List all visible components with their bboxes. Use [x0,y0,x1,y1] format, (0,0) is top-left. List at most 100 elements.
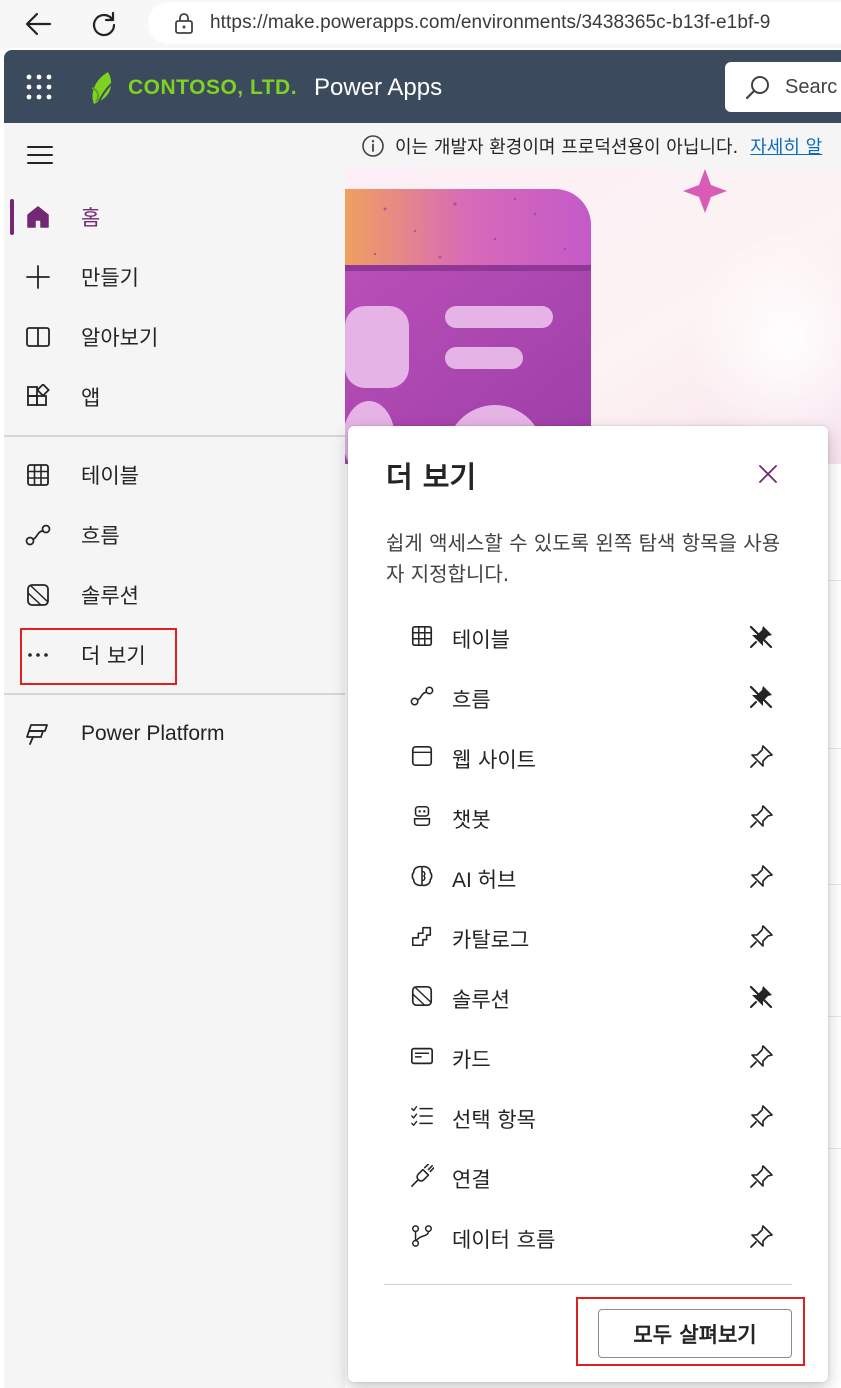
sidebar-item-learn[interactable]: 알아보기 [4,311,345,363]
pin-filled-icon [749,985,773,1009]
plus-icon [24,263,52,291]
learn-more-link[interactable]: 자세히 알 [750,133,822,159]
unpin-button[interactable] [746,682,776,712]
choices-icon [408,1102,436,1130]
pin-icon [750,745,773,768]
sidebar-item-label: 테이블 [81,464,139,488]
refresh-icon [92,11,116,37]
hero-illustration-graphic [345,169,841,464]
app-title[interactable]: Power Apps [314,74,442,102]
power-platform-icon [24,720,52,748]
pin-icon [750,1045,773,1068]
sidebar-item-label: Power Platform [81,722,225,745]
panel-item-cards: 카드 [386,1032,786,1080]
panel-item-label: 웹 사이트 [452,748,536,772]
more-highlight-box [20,628,177,685]
panel-item-label: 데이터 흐름 [452,1228,556,1252]
panel-item-dataflows: 데이터 흐름 [386,1212,786,1260]
pin-button[interactable] [746,742,776,772]
address-bar[interactable]: https://make.powerapps.com/environments/… [148,2,841,44]
background-divider [828,884,841,885]
url-text: https://make.powerapps.com/environments/… [210,12,771,33]
pin-button[interactable] [746,1222,776,1252]
card-icon [408,1042,436,1070]
unpin-button[interactable] [746,622,776,652]
sidebar-item-create[interactable]: 만들기 [4,251,345,303]
back-button[interactable] [22,8,54,40]
panel-item-label: 솔루션 [452,988,510,1012]
connection-icon [408,1162,436,1190]
sidebar-item-label: 홈 [81,206,101,230]
solution-icon [24,581,52,609]
app-launcher-icon[interactable] [26,74,52,100]
panel-item-solutions: 솔루션 [386,972,786,1020]
close-icon [759,465,777,483]
close-button[interactable] [753,459,783,489]
app-header: CONTOSO, LTD. Power Apps Searc [4,50,841,123]
pin-icon [750,925,773,948]
search-input[interactable]: Searc [725,62,841,112]
sidebar-item-label: 알아보기 [81,326,159,350]
more-panel: 더 보기 쉽게 액세스할 수 있도록 왼쪽 탐색 항목을 사용자 지정합니다. … [348,426,828,1382]
hero-illustration [345,169,841,464]
pin-button[interactable] [746,862,776,892]
pin-icon [750,1105,773,1128]
sidebar-item-label: 솔루션 [81,584,139,608]
browser-toolbar: https://make.powerapps.com/environments/… [0,0,841,48]
search-icon [745,76,769,100]
background-divider [828,1016,841,1017]
info-icon [362,135,384,157]
pin-icon [750,865,773,888]
sidebar-item-flows[interactable]: 흐름 [4,509,345,561]
panel-item-label: 연결 [452,1168,491,1192]
pin-button[interactable] [746,1162,776,1192]
pin-filled-icon [749,685,773,709]
refresh-button[interactable] [88,8,120,40]
unpin-button[interactable] [746,982,776,1012]
waffle-icon [26,74,52,100]
pin-filled-icon [749,625,773,649]
pin-button[interactable] [746,1102,776,1132]
sidebar-item-tables[interactable]: 테이블 [4,449,345,501]
pin-icon [750,805,773,828]
search-placeholder: Searc [785,75,838,98]
panel-item-websites: 웹 사이트 [386,732,786,780]
sidebar-item-apps[interactable]: 앱 [4,371,345,423]
info-text: 이는 개발자 환경이며 프로덕션용이 아닙니다. [395,137,739,158]
leaf-logo-icon [91,72,119,105]
panel-item-label: 테이블 [452,628,510,652]
background-divider [828,580,841,581]
sidebar-item-label: 앱 [81,386,101,410]
sidebar-item-solutions[interactable]: 솔루션 [4,569,345,621]
panel-item-label: 흐름 [452,688,491,712]
table-icon [24,461,52,489]
panel-item-catalog: 카탈로그 [386,912,786,960]
home-icon [24,203,52,231]
sidebar-item-home[interactable]: 홈 [4,191,345,243]
website-icon [408,742,436,770]
company-logo[interactable]: CONTOSO, LTD. [88,68,297,108]
panel-item-tables: 테이블 [386,612,786,660]
logo-text: CONTOSO, LTD. [128,76,298,99]
catalog-icon [408,922,436,950]
pin-button[interactable] [746,922,776,952]
pin-button[interactable] [746,1042,776,1072]
apps-icon [24,383,52,411]
panel-title: 더 보기 [386,460,477,494]
pin-icon [750,1165,773,1188]
background-divider [828,1148,841,1149]
nav-divider [4,693,345,695]
table-icon [408,622,436,650]
panel-item-ai-hub: AI 허브 [386,852,786,900]
hamburger-menu-button[interactable] [26,141,54,169]
panel-item-label-text: AI 허브 [452,869,517,892]
back-arrow-icon [25,12,52,36]
book-icon [24,323,52,351]
panel-item-connections: 연결 [386,1152,786,1200]
flow-icon [24,521,52,549]
brain-icon [408,862,436,890]
pin-button[interactable] [746,802,776,832]
panel-item-label: 챗봇 [452,808,491,832]
sidebar-item-power-platform[interactable]: Power Platform [4,708,345,760]
panel-divider [384,1284,792,1285]
